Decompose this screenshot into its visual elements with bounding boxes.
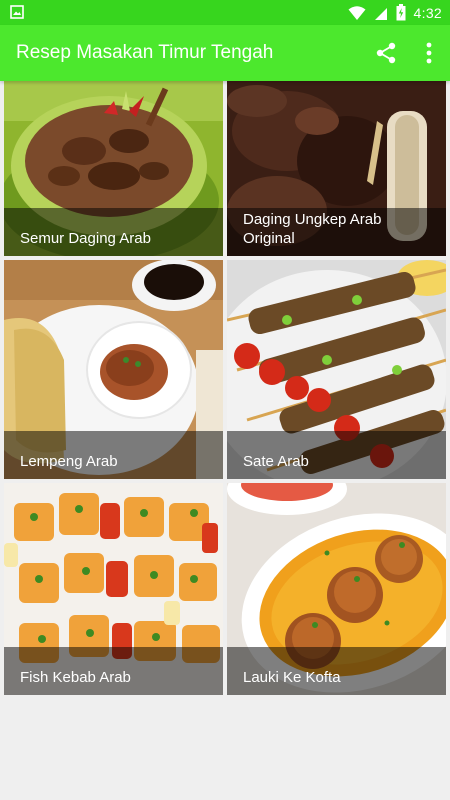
recipe-label: Fish Kebab Arab: [20, 669, 131, 686]
share-icon[interactable]: [375, 42, 397, 64]
recipe-grid: Semur Daging Arab Daging Ungkep Arab Ori…: [0, 81, 450, 695]
recipe-label: Daging Ungkep Arab Original: [243, 211, 382, 247]
status-time: 4:32: [413, 4, 442, 21]
image-notification-icon: [10, 5, 24, 19]
battery-icon: [396, 4, 406, 21]
recipe-card-semur-daging-arab[interactable]: Semur Daging Arab: [4, 81, 223, 256]
wifi-icon: [348, 5, 366, 20]
recipe-card-fish-kebab-arab[interactable]: Fish Kebab Arab: [4, 483, 223, 695]
recipe-card-lauki-ke-kofta[interactable]: Lauki Ke Kofta: [227, 483, 446, 695]
recipe-card-lempeng-arab[interactable]: Lempeng Arab: [4, 260, 223, 479]
app-title: Resep Masakan Timur Tengah: [16, 42, 274, 63]
signal-icon: [374, 7, 387, 20]
recipe-card-daging-ungkep-arab-original[interactable]: Daging Ungkep Arab Original: [227, 81, 446, 256]
recipe-label: Sate Arab: [243, 453, 309, 470]
recipe-card-sate-arab[interactable]: Sate Arab: [227, 260, 446, 479]
recipe-label: Semur Daging Arab: [20, 230, 151, 247]
more-vert-icon[interactable]: [418, 41, 440, 65]
app-toolbar: Resep Masakan Timur Tengah: [0, 25, 450, 81]
recipe-label: Lauki Ke Kofta: [243, 669, 341, 686]
status-icons: 4:32: [348, 4, 442, 21]
status-bar: 4:32: [0, 0, 450, 25]
recipe-label: Lempeng Arab: [20, 453, 118, 470]
